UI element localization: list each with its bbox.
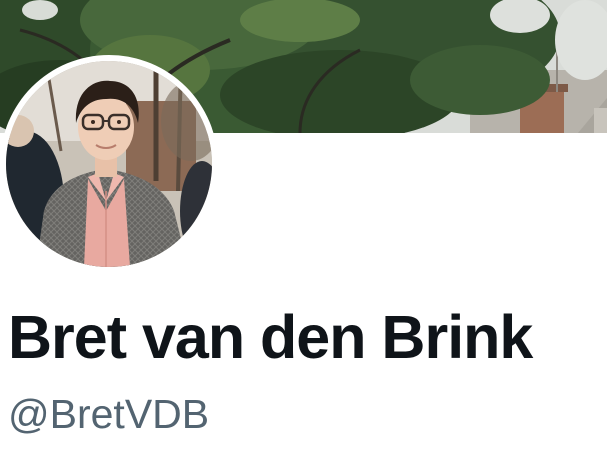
profile-handle: @BretVDB — [8, 391, 210, 437]
profile-display-name: Bret van den Brink — [8, 303, 533, 371]
avatar[interactable] — [6, 61, 212, 267]
profile-photo-avatar-icon — [6, 61, 212, 267]
profile-page: Bret van den Brink @BretVDB — [0, 0, 607, 461]
